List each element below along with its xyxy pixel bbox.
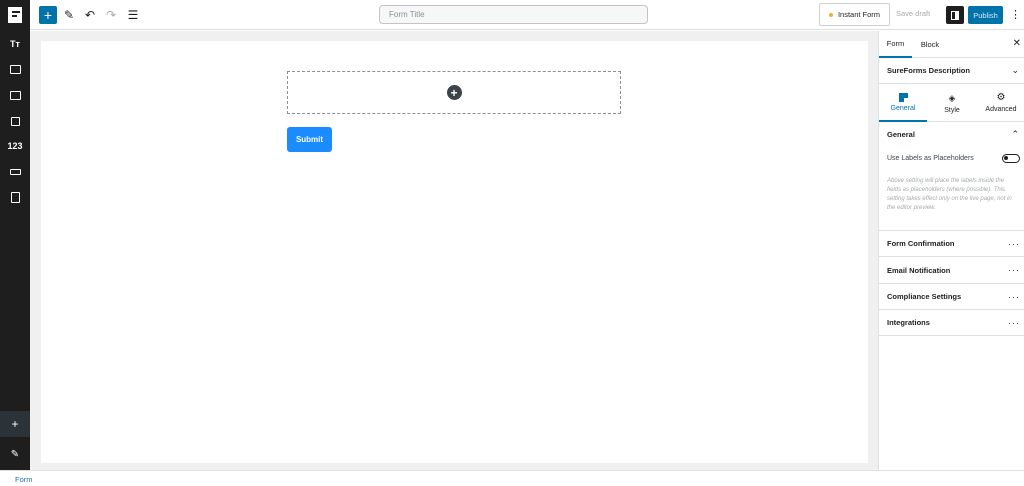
- description-section-header[interactable]: SureForms Description ⌄: [879, 58, 1024, 84]
- tab-form[interactable]: Form: [879, 31, 912, 58]
- sureforms-logo[interactable]: [0, 0, 30, 30]
- heading-field-button[interactable]: [0, 187, 30, 207]
- field-sidebar: Tт 123 + ✎: [0, 30, 30, 470]
- add-block-button[interactable]: +: [39, 6, 57, 24]
- sidebar-toggle-icon: [951, 10, 959, 20]
- form-confirmation-label: Form Confirmation: [887, 239, 955, 248]
- chevron-down-icon: ⌄: [1011, 65, 1020, 75]
- close-icon[interactable]: ✕: [1013, 38, 1021, 49]
- document-overview-icon[interactable]: ☰: [124, 6, 142, 24]
- block-appender[interactable]: +: [287, 71, 621, 114]
- breadcrumb[interactable]: Form: [15, 475, 33, 484]
- subtab-general-label: General: [890, 104, 916, 112]
- sidebar-pen-icon[interactable]: ✎: [0, 444, 30, 464]
- email-icon: [9, 64, 21, 74]
- textarea-field-button[interactable]: [0, 85, 30, 105]
- more-options-icon[interactable]: ⋮: [1010, 7, 1021, 23]
- text-field-icon[interactable]: Tт: [0, 34, 30, 54]
- description-title: SureForms Description: [887, 66, 970, 75]
- email-notification-label: Email Notification: [887, 265, 951, 275]
- email-notification-row[interactable]: Email Notification ···: [879, 257, 1024, 284]
- toggle-help-text: Above setting will place the labels insi…: [887, 178, 1012, 211]
- instant-form-label: Instant Form: [837, 10, 881, 19]
- checkbox-icon: [10, 116, 20, 126]
- gear-icon: ⚙: [996, 92, 1006, 103]
- panel-tabs: Form Block ✕: [879, 31, 1024, 58]
- save-draft-button[interactable]: Save draft: [896, 9, 930, 18]
- paint-bucket-icon: ◈: [948, 92, 956, 103]
- top-toolbar: + ✎ ↶ ↷ ☰ Form Title Instant Form Save d…: [0, 0, 1024, 30]
- sidebar-add-button[interactable]: +: [0, 411, 30, 437]
- subtab-advanced-label: Advanced: [985, 106, 1017, 113]
- dropdown-field-button[interactable]: [0, 162, 30, 182]
- status-footer: Form: [0, 470, 1024, 486]
- tab-block[interactable]: Block: [915, 31, 945, 58]
- edit-pen-icon[interactable]: ✎: [60, 6, 78, 24]
- general-section-title: General: [887, 129, 915, 139]
- panel-subtabs: General ◈ Style ⚙ Advanced: [879, 84, 1024, 122]
- heading-icon: [10, 191, 20, 203]
- labels-as-placeholders-toggle[interactable]: [1002, 154, 1020, 163]
- logo-mark-icon: [8, 7, 22, 23]
- subtab-advanced[interactable]: ⚙ Advanced: [977, 84, 1024, 122]
- chevron-up-icon: ⌃: [1011, 128, 1020, 139]
- general-icon: [898, 92, 908, 102]
- email-field-button[interactable]: [0, 59, 30, 79]
- redo-icon[interactable]: ↷: [102, 6, 120, 24]
- more-dots-icon[interactable]: ···: [1008, 239, 1020, 249]
- toggle-label: Use Labels as Placeholders: [887, 154, 974, 162]
- form-confirmation-row[interactable]: Form Confirmation ···: [879, 231, 1024, 257]
- general-section-header[interactable]: General ⌃: [879, 122, 1024, 146]
- dropdown-icon: [9, 169, 21, 175]
- publish-button[interactable]: Publish: [968, 6, 1003, 24]
- subtab-general[interactable]: General: [879, 84, 927, 122]
- compliance-settings-label: Compliance Settings: [887, 292, 962, 301]
- status-dot-icon: [828, 12, 833, 17]
- subtab-style[interactable]: ◈ Style: [928, 84, 976, 122]
- subtab-style-label: Style: [944, 106, 960, 114]
- checkbox-field-button[interactable]: [0, 111, 30, 131]
- integrations-row[interactable]: Integrations ···: [879, 310, 1024, 336]
- more-dots-icon[interactable]: ···: [1008, 292, 1020, 302]
- more-dots-icon[interactable]: ···: [1008, 318, 1020, 328]
- instant-form-button[interactable]: Instant Form: [819, 3, 890, 26]
- integrations-label: Integrations: [887, 318, 930, 327]
- settings-panel: Form Block ✕ SureForms Description ⌄ Gen…: [878, 31, 1024, 470]
- more-dots-icon[interactable]: ···: [1008, 265, 1020, 275]
- submit-button[interactable]: Submit: [287, 127, 332, 152]
- compliance-settings-row[interactable]: Compliance Settings ···: [879, 284, 1024, 310]
- settings-panel-toggle[interactable]: [946, 6, 964, 24]
- add-block-plus-icon[interactable]: +: [446, 85, 462, 100]
- number-field-button[interactable]: 123: [0, 136, 30, 156]
- labels-as-placeholders-setting: Use Labels as Placeholders: [887, 152, 1020, 164]
- form-title-input[interactable]: Form Title: [379, 5, 648, 24]
- undo-icon[interactable]: ↶: [81, 6, 99, 24]
- textarea-icon: [9, 90, 21, 100]
